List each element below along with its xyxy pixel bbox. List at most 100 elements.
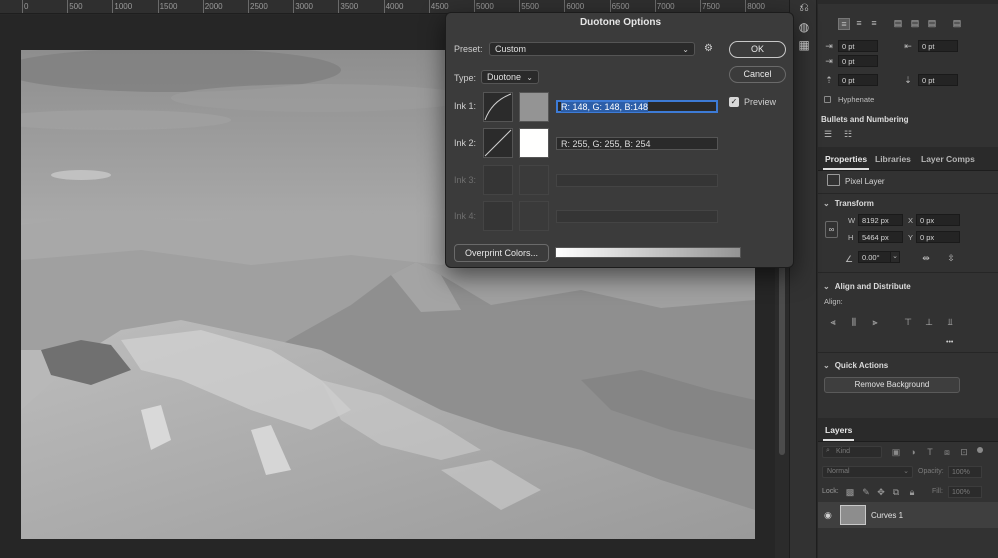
space-after-icon: ⇣: [904, 75, 912, 85]
grid-icon[interactable]: ▦: [797, 38, 811, 52]
indent-first-line-field[interactable]: 0 pt: [838, 55, 878, 67]
fill-label: Fill:: [932, 488, 943, 495]
tab-libraries[interactable]: Libraries: [875, 154, 911, 164]
width-field[interactable]: 8192 px: [858, 214, 903, 226]
layer-row[interactable]: ◉ Curves 1: [818, 502, 998, 528]
align-vertical-centers-icon[interactable]: ⊥: [923, 317, 935, 327]
justify-last-left-icon[interactable]: ▤: [892, 18, 904, 28]
divider: [818, 193, 998, 194]
preset-select[interactable]: Custom ⌄: [489, 42, 695, 56]
ink-1-value: R: 148, G: 148, B:148: [561, 102, 649, 112]
ruler-tick-label: 4500: [430, 2, 449, 11]
align-right-icon[interactable]: ≡: [868, 18, 880, 28]
opacity-field[interactable]: 100%: [948, 466, 982, 478]
quick-actions-title[interactable]: ⌄ Quick Actions: [823, 361, 888, 370]
tab-properties[interactable]: Properties: [822, 154, 870, 170]
y-field[interactable]: 0 px: [916, 231, 960, 243]
align-left-icon[interactable]: ≡: [838, 18, 850, 30]
overprint-colors-button[interactable]: Overprint Colors...: [454, 244, 549, 262]
ink-1-color-swatch[interactable]: [519, 92, 549, 122]
indent-left-field[interactable]: 0 pt: [838, 40, 878, 52]
x-label: X: [908, 216, 914, 225]
3d-icon[interactable]: ◍: [797, 20, 811, 34]
filter-toggle-icon[interactable]: [977, 447, 983, 453]
blend-mode-select[interactable]: Normal ⌄: [822, 466, 913, 478]
bullet-list-icon[interactable]: ☰: [822, 129, 834, 139]
lock-brush-icon[interactable]: ✎: [860, 487, 872, 497]
space-after-field[interactable]: 0 pt: [918, 74, 958, 86]
opacity-label: Opacity:: [918, 468, 944, 475]
align-top-edges-icon[interactable]: ⊤: [902, 317, 914, 327]
ruler-tick-label: 6500: [611, 2, 630, 11]
ink-2-name-field[interactable]: R: 255, G: 255, B: 254: [556, 137, 718, 150]
pixel-layer-icon: [827, 174, 840, 186]
ink-2-color-swatch[interactable]: [519, 128, 549, 158]
type-label: Type:: [454, 73, 477, 83]
fill-field[interactable]: 100%: [948, 486, 982, 498]
align-horizontal-centers-icon[interactable]: ⫼: [848, 317, 860, 327]
hyphenate-checkbox[interactable]: [824, 96, 831, 103]
more-options-icon[interactable]: •••: [946, 339, 953, 346]
ok-button[interactable]: OK: [729, 41, 786, 58]
justify-last-right-icon[interactable]: ▤: [926, 18, 938, 28]
ruler-tick-label: 7000: [656, 2, 675, 11]
eye-icon[interactable]: ◉: [824, 510, 832, 521]
x-field[interactable]: 0 px: [916, 214, 960, 226]
align-right-edges-icon[interactable]: ⫸: [869, 317, 881, 327]
justify-all-icon[interactable]: ▤: [951, 18, 963, 28]
transform-title-text: Transform: [834, 199, 874, 208]
ink-1-name-field[interactable]: R: 148, G: 148, B:148: [556, 100, 718, 113]
filter-smart-object-icon[interactable]: ⊡: [958, 447, 970, 457]
chevron-down-icon: ⌄: [823, 361, 830, 370]
chevron-down-icon: ⌄: [903, 468, 909, 475]
remove-background-button[interactable]: Remove Background: [824, 377, 960, 393]
kind-label: Kind: [836, 448, 851, 455]
filter-pixel-icon[interactable]: ▣: [890, 447, 902, 457]
filter-adjustment-icon[interactable]: ◑: [907, 447, 919, 457]
numbered-list-icon[interactable]: ☷: [842, 129, 854, 139]
indent-right-field[interactable]: 0 pt: [918, 40, 958, 52]
ruler-tick: [202, 0, 204, 13]
ruler-tick: [22, 0, 23, 13]
cancel-button[interactable]: Cancel: [729, 66, 786, 83]
ruler-tick-label: 6000: [566, 2, 585, 11]
align-distribute-title[interactable]: ⌄ Align and Distribute: [823, 282, 911, 291]
align-center-icon[interactable]: ≡: [853, 18, 865, 28]
preview-checkbox[interactable]: ✓: [729, 97, 739, 107]
history-icon[interactable]: ⎌: [797, 0, 811, 14]
divider: [818, 272, 998, 273]
lock-position-icon[interactable]: ✥: [875, 487, 887, 497]
ink-2-label: Ink 2:: [454, 138, 477, 148]
lock-all-icon[interactable]: 🔒︎: [906, 487, 918, 497]
flip-vertical-icon[interactable]: ⇳: [945, 253, 957, 263]
height-field[interactable]: 5464 px: [858, 231, 903, 243]
type-select[interactable]: Duotone ⌄: [481, 70, 539, 84]
tab-layer-comps[interactable]: Layer Comps: [921, 154, 975, 164]
quick-actions-title-text: Quick Actions: [834, 361, 889, 370]
y-label: Y: [908, 233, 914, 242]
ruler-tick: [383, 0, 385, 13]
blend-mode-value: Normal: [827, 468, 850, 475]
filter-type-icon[interactable]: T: [924, 447, 936, 457]
layer-name[interactable]: Curves 1: [871, 511, 903, 520]
flip-horizontal-icon[interactable]: ⇹: [920, 253, 932, 263]
ink-1-curve[interactable]: [483, 92, 513, 122]
preset-value: Custom: [495, 44, 527, 54]
angle-dropdown-icon[interactable]: ⌄: [890, 251, 900, 263]
right-panels: ≡ ≡ ≡ ▤ ▤ ▤ ▤ ⇥ 0 pt ⇤ 0 pt ⇥ 0 pt ⇡ 0 p…: [818, 0, 998, 558]
align-bottom-edges-icon[interactable]: ⫫: [944, 317, 956, 327]
transform-title[interactable]: ⌄ Transform: [823, 199, 874, 208]
ink-2-curve[interactable]: [483, 128, 513, 158]
tab-layers[interactable]: Layers: [822, 425, 855, 441]
layer-kind-filter[interactable]: ⌕ Kind: [822, 446, 882, 458]
lock-transparent-icon[interactable]: ▩: [844, 487, 856, 497]
filter-shape-icon[interactable]: ⧈: [941, 447, 953, 457]
ink-4-curve: [483, 201, 513, 231]
chevron-down-icon: ⌄: [823, 199, 830, 208]
align-left-edges-icon[interactable]: ⫷: [827, 317, 839, 327]
space-before-field[interactable]: 0 pt: [838, 74, 878, 86]
preset-options-gear-icon[interactable]: ⚙︎: [704, 43, 713, 54]
link-icon[interactable]: ∞: [825, 221, 838, 238]
lock-artboard-icon[interactable]: ⧉: [890, 487, 902, 497]
justify-last-center-icon[interactable]: ▤: [909, 18, 921, 28]
